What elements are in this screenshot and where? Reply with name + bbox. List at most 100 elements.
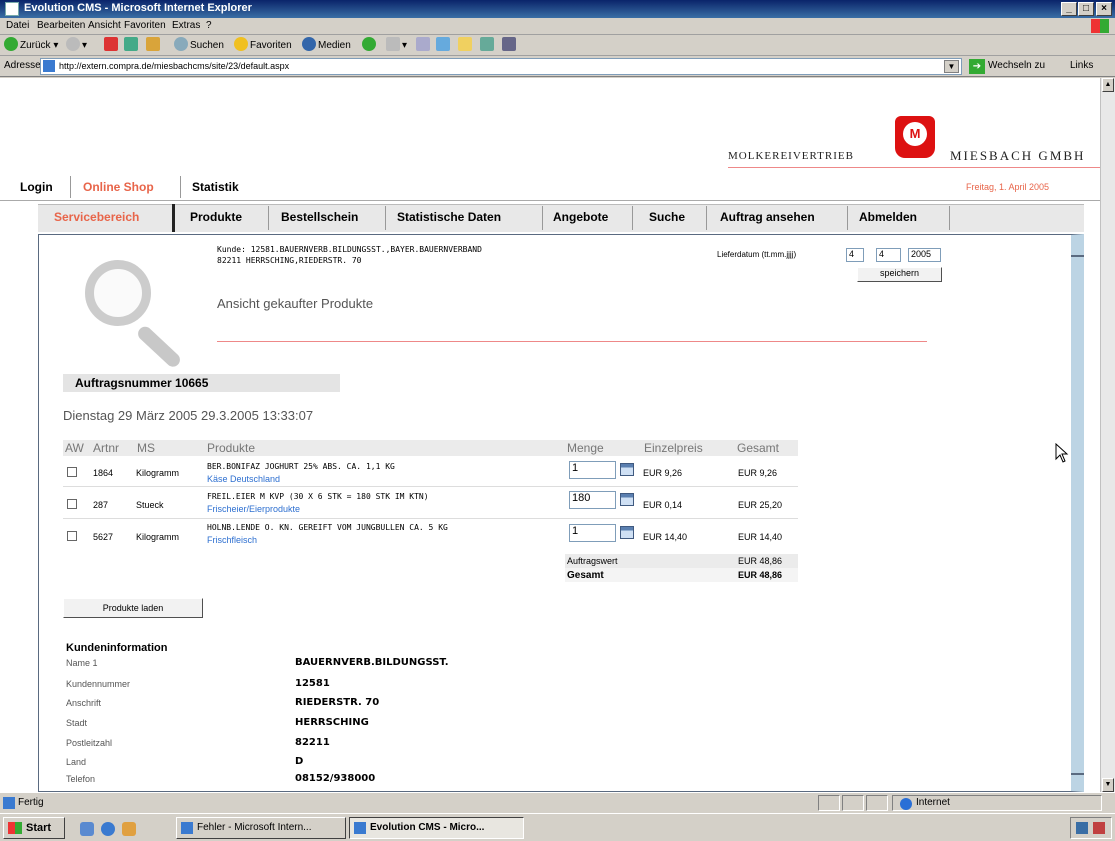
- info-value: 82211: [295, 737, 330, 748]
- row-unit-price: EUR 14,40: [643, 532, 688, 542]
- status-pane: [842, 795, 864, 811]
- address-dropdown-icon[interactable]: ▼: [944, 60, 959, 73]
- scroll-up-icon[interactable]: ▲: [1102, 78, 1114, 92]
- start-button[interactable]: Start: [3, 817, 65, 839]
- folder-icon: [458, 37, 472, 51]
- menu-favoriten[interactable]: Favoriten: [124, 20, 166, 31]
- mail-button[interactable]: ▾: [386, 37, 407, 55]
- page-scrollbar[interactable]: ▲ ▼: [1100, 78, 1115, 792]
- forward-button[interactable]: ▾: [66, 37, 87, 55]
- calculator-icon[interactable]: [620, 526, 634, 539]
- go-button[interactable]: Wechseln zu: [988, 60, 1045, 71]
- quantity-input[interactable]: 1: [569, 524, 616, 542]
- customer-line-2: 82211 HERRSCHING,RIEDERSTR. 70: [217, 256, 362, 265]
- tab-produkte[interactable]: Produkte: [190, 210, 242, 224]
- calculator-icon[interactable]: [620, 463, 634, 476]
- frame-scrollbar-bottom[interactable]: [1071, 773, 1084, 783]
- favorites-button[interactable]: Favoriten: [234, 37, 292, 55]
- save-button[interactable]: speichern: [857, 267, 942, 282]
- quantity-input[interactable]: 1: [569, 461, 616, 479]
- content-frame: [38, 234, 1084, 792]
- row-total: EUR 14,40: [738, 532, 783, 542]
- row-checkbox[interactable]: [67, 531, 77, 541]
- address-input[interactable]: http://extern.compra.de/miesbachcms/site…: [40, 58, 962, 75]
- quantity-input[interactable]: 180: [569, 491, 616, 509]
- close-button[interactable]: ×: [1096, 2, 1112, 16]
- tab-divider: [847, 206, 848, 230]
- nav-underline: [0, 200, 1100, 201]
- home-button[interactable]: [146, 37, 162, 55]
- media-button[interactable]: Medien: [302, 37, 351, 55]
- row-divider: [63, 518, 798, 519]
- back-button[interactable]: Zurück ▾: [4, 37, 58, 55]
- tab-servicebereich[interactable]: Servicebereich: [54, 210, 139, 224]
- tray-network-icon[interactable]: [1093, 822, 1105, 834]
- status-pane: [866, 795, 888, 811]
- nav-online-shop[interactable]: Online Shop: [83, 180, 154, 194]
- mail-icon: [386, 37, 400, 51]
- page-content: MOLKEREIVERTRIEB M MIESBACH GMBH Login O…: [0, 78, 1100, 792]
- delivery-month-input[interactable]: 4: [876, 248, 901, 262]
- info-label: Kundennummer: [66, 679, 131, 689]
- info-value: HERRSCHING: [295, 717, 369, 728]
- customer-line-1: Kunde: 12581.BAUERNVERB.BILDUNGSST.,BAYE…: [217, 245, 482, 254]
- logo-divider: [728, 167, 1100, 168]
- folder-button[interactable]: [458, 37, 474, 55]
- row-checkbox[interactable]: [67, 467, 77, 477]
- messenger-button[interactable]: [480, 37, 496, 55]
- row-artnr: 5627: [93, 532, 114, 542]
- maximize-button[interactable]: □: [1078, 2, 1094, 16]
- minimize-button[interactable]: _: [1061, 2, 1077, 16]
- delivery-year-input[interactable]: 2005: [908, 248, 941, 262]
- row-category-link[interactable]: Frischfleisch: [207, 535, 257, 545]
- stop-button[interactable]: [104, 37, 120, 55]
- nav-statistik[interactable]: Statistik: [192, 180, 239, 194]
- tab-bestellschein[interactable]: Bestellschein: [281, 210, 358, 224]
- menu-datei[interactable]: Datei: [6, 20, 29, 31]
- ie-quicklaunch-icon[interactable]: [101, 822, 115, 836]
- edit-button[interactable]: [436, 37, 452, 55]
- tab-suche[interactable]: Suche: [649, 210, 685, 224]
- tab-abmelden[interactable]: Abmelden: [859, 210, 917, 224]
- print-button[interactable]: [416, 37, 432, 55]
- menu-help[interactable]: ?: [206, 20, 212, 31]
- magnifier-icon: [85, 260, 151, 326]
- taskbar-window-evolution[interactable]: Evolution CMS - Micro...: [349, 817, 524, 839]
- nav-login[interactable]: Login: [20, 180, 53, 194]
- load-products-button[interactable]: Produkte laden: [63, 598, 203, 618]
- info-value: RIEDERSTR. 70: [295, 697, 380, 708]
- research-button[interactable]: [502, 37, 518, 55]
- menu-extras[interactable]: Extras: [172, 20, 200, 31]
- scroll-down-icon[interactable]: ▼: [1102, 778, 1114, 792]
- window-title-bar[interactable]: Evolution CMS - Microsoft Internet Explo…: [0, 0, 1115, 18]
- menu-ansicht[interactable]: Ansicht: [88, 20, 121, 31]
- row-total: EUR 25,20: [738, 500, 783, 510]
- links-button[interactable]: Links: [1070, 60, 1093, 71]
- row-checkbox[interactable]: [67, 499, 77, 509]
- tray-app-icon[interactable]: [1076, 822, 1088, 834]
- go-arrow-icon[interactable]: ➔: [969, 59, 985, 74]
- calculator-icon[interactable]: [620, 493, 634, 506]
- taskbar-window-error[interactable]: Fehler - Microsoft Intern...: [176, 817, 346, 839]
- status-bar: Fertig Internet: [0, 792, 1115, 812]
- nav-divider: [180, 176, 181, 198]
- show-desktop-icon[interactable]: [80, 822, 94, 836]
- history-button[interactable]: [362, 37, 378, 55]
- refresh-button[interactable]: [124, 37, 140, 55]
- row-artnr: 1864: [93, 468, 114, 478]
- tab-angebote[interactable]: Angebote: [553, 210, 608, 224]
- windows-logo-icon: [1091, 19, 1109, 33]
- tab-auftrag-ansehen[interactable]: Auftrag ansehen: [720, 210, 815, 224]
- row-category-link[interactable]: Käse Deutschland: [207, 474, 280, 484]
- delivery-day-input[interactable]: 4: [846, 248, 864, 262]
- active-tab-marker: [172, 204, 175, 232]
- frame-scrollbar-top[interactable]: [1071, 243, 1084, 257]
- outlook-quicklaunch-icon[interactable]: [122, 822, 136, 836]
- search-icon: [174, 37, 188, 51]
- menu-bearbeiten[interactable]: Bearbeiten: [37, 20, 85, 31]
- tab-statistische-daten[interactable]: Statistische Daten: [397, 210, 501, 224]
- ie-app-icon[interactable]: [5, 2, 19, 16]
- search-button[interactable]: Suchen: [174, 37, 224, 55]
- address-bar: Adresse http://extern.compra.de/miesbach…: [0, 57, 1115, 77]
- row-category-link[interactable]: Frischeier/Eierprodukte: [207, 504, 300, 514]
